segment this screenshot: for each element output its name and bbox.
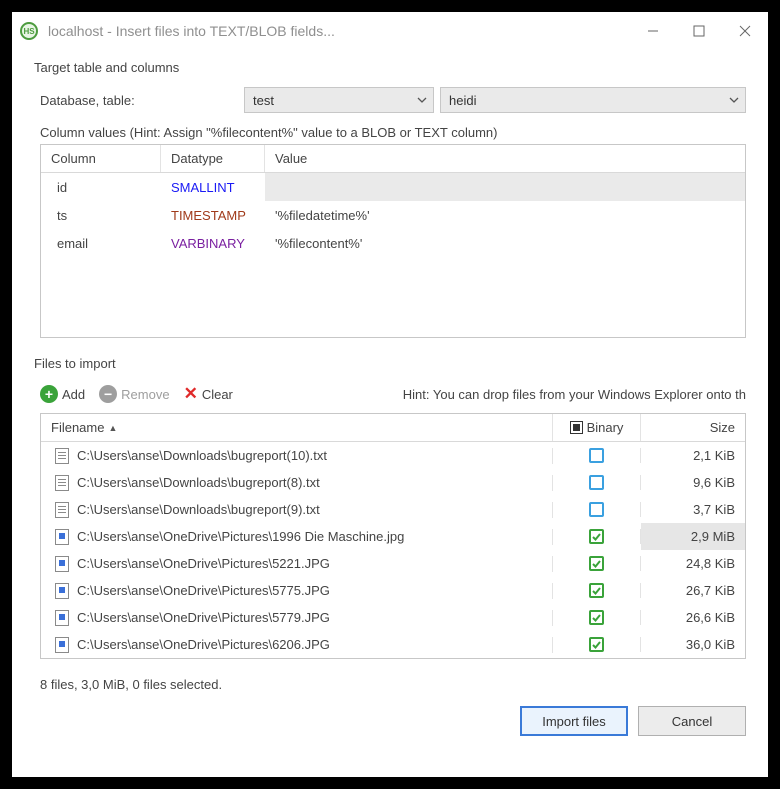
titlebar: HS localhost - Insert files into TEXT/BL…: [12, 12, 768, 50]
file-size: 3,7 KiB: [641, 502, 745, 517]
column-header-value[interactable]: Value: [265, 145, 745, 172]
close-button[interactable]: [722, 12, 768, 50]
column-header-name[interactable]: Column: [41, 145, 161, 172]
plus-icon: +: [40, 385, 58, 403]
files-section-title: Files to import: [34, 356, 746, 371]
file-size: 26,7 KiB: [641, 583, 745, 598]
column-datatype: TIMESTAMP: [161, 201, 265, 229]
minus-icon: −: [99, 385, 117, 403]
database-table-label: Database, table:: [40, 93, 244, 108]
file-row[interactable]: C:\Users\anse\OneDrive\Pictures\5779.JPG…: [41, 604, 745, 631]
image-file-icon: [55, 529, 69, 545]
file-path: C:\Users\anse\OneDrive\Pictures\6206.JPG: [77, 637, 330, 652]
checkbox-mixed-icon: [570, 421, 583, 434]
file-size: 36,0 KiB: [641, 637, 745, 652]
file-path: C:\Users\anse\OneDrive\Pictures\5221.JPG: [77, 556, 330, 571]
binary-checkbox[interactable]: [589, 583, 604, 598]
column-header-datatype[interactable]: Datatype: [161, 145, 265, 172]
file-path: C:\Users\anse\OneDrive\Pictures\5779.JPG: [77, 610, 330, 625]
file-row[interactable]: C:\Users\anse\OneDrive\Pictures\1996 Die…: [41, 523, 745, 550]
column-name: id: [41, 173, 161, 201]
files-grid: Filename ▲ Binary Size C:\Users\anse\Dow…: [40, 413, 746, 659]
binary-checkbox[interactable]: [589, 502, 604, 517]
import-button[interactable]: Import files: [520, 706, 628, 736]
column-value[interactable]: '%filedatetime%': [265, 201, 745, 229]
binary-checkbox[interactable]: [589, 475, 604, 490]
cancel-button[interactable]: Cancel: [638, 706, 746, 736]
column-name: ts: [41, 201, 161, 229]
database-select[interactable]: test: [244, 87, 434, 113]
file-row[interactable]: C:\Users\anse\OneDrive\Pictures\5221.JPG…: [41, 550, 745, 577]
files-grid-header: Filename ▲ Binary Size: [41, 414, 745, 442]
maximize-button[interactable]: [676, 12, 722, 50]
file-header-binary[interactable]: Binary: [553, 414, 641, 441]
columns-grid: Column Datatype Value idSMALLINTtsTIMEST…: [40, 144, 746, 338]
remove-button[interactable]: − Remove: [99, 385, 169, 403]
columns-grid-row[interactable]: emailVARBINARY'%filecontent%': [41, 229, 745, 257]
binary-checkbox[interactable]: [589, 610, 604, 625]
file-path: C:\Users\anse\Downloads\bugreport(8).txt: [77, 475, 320, 490]
binary-checkbox[interactable]: [589, 556, 604, 571]
columns-grid-row[interactable]: tsTIMESTAMP'%filedatetime%': [41, 201, 745, 229]
table-select[interactable]: heidi: [440, 87, 746, 113]
file-path: C:\Users\anse\Downloads\bugreport(10).tx…: [77, 448, 327, 463]
text-file-icon: [55, 448, 69, 464]
file-header-filename[interactable]: Filename ▲: [41, 414, 553, 441]
file-size: 9,6 KiB: [641, 475, 745, 490]
column-values-hint: Column values (Hint: Assign "%fileconten…: [40, 125, 746, 140]
maximize-icon: [693, 25, 705, 37]
chevron-down-icon: [417, 95, 427, 105]
sort-asc-icon: ▲: [108, 423, 117, 433]
file-size: 24,8 KiB: [641, 556, 745, 571]
file-row[interactable]: C:\Users\anse\OneDrive\Pictures\5775.JPG…: [41, 577, 745, 604]
file-header-size[interactable]: Size: [641, 414, 745, 441]
image-file-icon: [55, 583, 69, 599]
text-file-icon: [55, 475, 69, 491]
dialog-window: HS localhost - Insert files into TEXT/BL…: [12, 12, 768, 777]
binary-checkbox[interactable]: [589, 529, 604, 544]
image-file-icon: [55, 556, 69, 572]
file-size: 26,6 KiB: [641, 610, 745, 625]
target-section-title: Target table and columns: [34, 60, 746, 75]
add-button[interactable]: + Add: [40, 385, 85, 403]
close-icon: [739, 25, 751, 37]
add-button-label: Add: [62, 387, 85, 402]
minimize-button[interactable]: [630, 12, 676, 50]
file-row[interactable]: C:\Users\anse\Downloads\bugreport(8).txt…: [41, 469, 745, 496]
columns-grid-row[interactable]: idSMALLINT: [41, 173, 745, 201]
column-datatype: VARBINARY: [161, 229, 265, 257]
column-value[interactable]: [265, 173, 745, 201]
file-row[interactable]: C:\Users\anse\Downloads\bugreport(9).txt…: [41, 496, 745, 523]
window-title: localhost - Insert files into TEXT/BLOB …: [48, 23, 630, 39]
column-value[interactable]: '%filecontent%': [265, 229, 745, 257]
binary-checkbox[interactable]: [589, 637, 604, 652]
file-size: 2,9 MiB: [641, 523, 745, 550]
minimize-icon: [647, 25, 659, 37]
file-path: C:\Users\anse\OneDrive\Pictures\1996 Die…: [77, 529, 404, 544]
file-row[interactable]: C:\Users\anse\OneDrive\Pictures\6206.JPG…: [41, 631, 745, 658]
image-file-icon: [55, 610, 69, 626]
app-icon: HS: [20, 22, 38, 40]
remove-button-label: Remove: [121, 387, 169, 402]
drop-files-hint: Hint: You can drop files from your Windo…: [403, 387, 746, 402]
x-icon: ✕: [184, 384, 198, 404]
chevron-down-icon: [729, 95, 739, 105]
database-select-value: test: [253, 93, 274, 108]
text-file-icon: [55, 502, 69, 518]
clear-button-label: Clear: [202, 387, 233, 402]
status-text: 8 files, 3,0 MiB, 0 files selected.: [40, 677, 746, 692]
file-size: 2,1 KiB: [641, 448, 745, 463]
file-path: C:\Users\anse\Downloads\bugreport(9).txt: [77, 502, 320, 517]
columns-grid-header: Column Datatype Value: [41, 145, 745, 173]
table-select-value: heidi: [449, 93, 476, 108]
file-row[interactable]: C:\Users\anse\Downloads\bugreport(10).tx…: [41, 442, 745, 469]
binary-checkbox[interactable]: [589, 448, 604, 463]
clear-button[interactable]: ✕ Clear: [184, 384, 233, 404]
file-path: C:\Users\anse\OneDrive\Pictures\5775.JPG: [77, 583, 330, 598]
image-file-icon: [55, 637, 69, 653]
column-datatype: SMALLINT: [161, 173, 265, 201]
column-name: email: [41, 229, 161, 257]
